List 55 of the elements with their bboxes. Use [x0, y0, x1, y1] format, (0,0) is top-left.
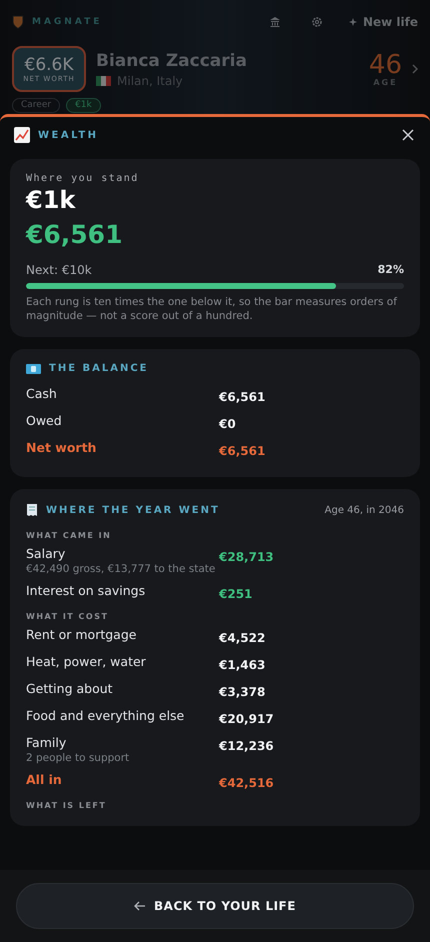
banknote-icon: [26, 364, 41, 374]
chart-icon: [14, 127, 30, 143]
rung-value: €1k: [26, 186, 77, 214]
row-label: Interest on savings: [26, 583, 146, 598]
rung-note: Each rung is ten times the one below it, so the bar measures orders of magnitude — not a score out of a hundred.: [26, 295, 398, 324]
row-label: Getting about: [26, 681, 114, 696]
row-amount: €20,917: [219, 712, 274, 726]
row-amount: €6,561: [219, 390, 266, 404]
group-heading: WHAT IT COST: [26, 612, 110, 622]
row-label: Net worth: [26, 440, 98, 456]
row-label: Family: [26, 735, 68, 750]
row-label: Cash: [26, 386, 58, 402]
row-amount: €12,236: [219, 739, 274, 754]
next-rung: Next: €10k: [26, 263, 92, 277]
row-amount: €28,713: [219, 550, 274, 564]
card-title: WHERE THE YEAR WENT: [46, 504, 221, 516]
flag-icon: [96, 76, 111, 86]
row-label: Food and everything else: [26, 708, 186, 724]
row-amount: €4,522: [219, 631, 266, 646]
year-meta: Age 46, in 2046: [324, 504, 404, 516]
row-label: Owed: [26, 413, 63, 428]
standing-label: Where you stand: [26, 173, 140, 184]
row-label: Salary: [26, 546, 66, 562]
sheet-title: WEALTH: [38, 130, 100, 140]
group-heading: WHAT CAME IN: [26, 531, 112, 540]
settings-icon[interactable]: [310, 16, 323, 28]
row-amount: €0: [219, 417, 236, 432]
row-detail: 2 people to support: [26, 752, 130, 764]
row-label: All in: [26, 772, 63, 788]
close-button[interactable]: [400, 127, 416, 143]
wealth-amount: €6,561: [26, 220, 124, 249]
row-amount: €42,516: [219, 776, 274, 790]
chevron-right-icon[interactable]: [412, 64, 418, 74]
row-amount: €1,463: [219, 658, 266, 672]
brand-name: MAGNATE: [32, 17, 104, 27]
receipt-icon: [26, 503, 38, 518]
row-label: Rent or mortgage: [26, 627, 138, 642]
row-amount: €251: [219, 587, 252, 602]
row-label: Heat, power, water: [26, 654, 147, 670]
group-heading: WHAT IS LEFT: [26, 801, 108, 810]
row-amount: €3,378: [219, 685, 266, 700]
progress-percent: 82%: [378, 263, 404, 277]
new-life-button[interactable]: New life: [348, 15, 418, 29]
filter-chip[interactable]: Career: [12, 98, 60, 113]
sparkle-icon: [348, 17, 359, 27]
bank-icon[interactable]: [268, 16, 281, 28]
back-button[interactable]: BACK TO YOUR LIFE: [16, 883, 414, 929]
arrow-left-icon: [134, 901, 146, 911]
person-name: Bianca Zaccaria: [96, 50, 248, 70]
shield-icon: [12, 15, 24, 29]
row-detail: €42,490 gross, €13,777 to the state: [26, 563, 216, 576]
age-value: 46: [368, 52, 402, 78]
row-amount: €6,561: [219, 444, 266, 458]
card-title: THE BALANCE: [49, 363, 150, 374]
filter-chip[interactable]: €1k: [66, 98, 101, 113]
